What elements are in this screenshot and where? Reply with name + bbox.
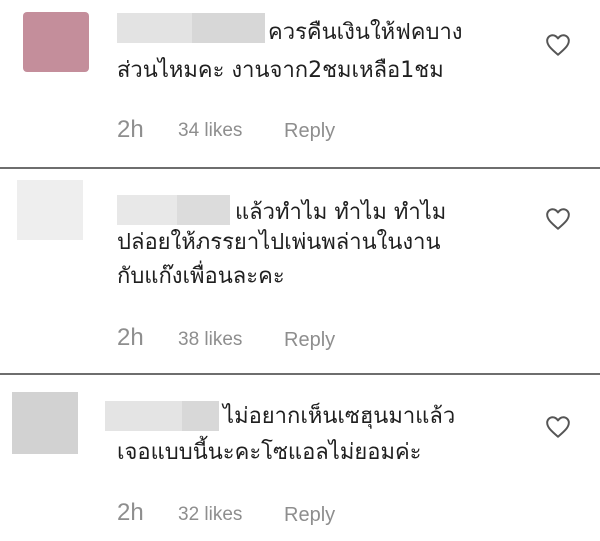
heart-outline-icon[interactable]	[545, 415, 571, 439]
comment-text-line: ปล่อยให้ภรรยาไปเพ่นพล่านในงาน	[117, 230, 441, 255]
reply-button[interactable]: Reply	[284, 329, 335, 352]
avatar[interactable]	[12, 392, 78, 454]
comment-timestamp: 2h	[117, 324, 144, 351]
like-count[interactable]: 34 likes	[178, 120, 242, 142]
username-redacted[interactable]	[105, 401, 219, 431]
comment-timestamp: 2h	[117, 499, 144, 526]
reply-button[interactable]: Reply	[284, 120, 335, 143]
avatar[interactable]	[23, 12, 89, 72]
divider	[0, 167, 600, 169]
comment-text-line: ส่วนไหมคะ งานจาก2ชมเหลือ1ชม	[117, 58, 444, 83]
heart-outline-icon[interactable]	[545, 207, 571, 231]
username-redacted[interactable]	[117, 13, 265, 43]
like-count[interactable]: 38 likes	[178, 329, 242, 351]
heart-outline-icon[interactable]	[545, 33, 571, 57]
username-redacted[interactable]	[117, 195, 230, 225]
comment-text-line: ไม่อยากเห็นเซฮุนมาแล้ว	[223, 404, 456, 429]
divider	[0, 373, 600, 375]
comment-timestamp: 2h	[117, 116, 144, 143]
like-count[interactable]: 32 likes	[178, 504, 242, 526]
reply-button[interactable]: Reply	[284, 504, 335, 527]
comment-text-line: เจอแบบนี้นะคะโซแอลไม่ยอมค่ะ	[117, 440, 422, 465]
comment-text-line: ควรคืนเงินให้ฟคบาง	[268, 20, 463, 45]
comment-text-line: แล้วทำไม ทำไม ทำไม	[235, 200, 447, 225]
comment-text-line: กับแก๊งเพื่อนละคะ	[117, 264, 285, 289]
avatar[interactable]	[17, 180, 83, 240]
